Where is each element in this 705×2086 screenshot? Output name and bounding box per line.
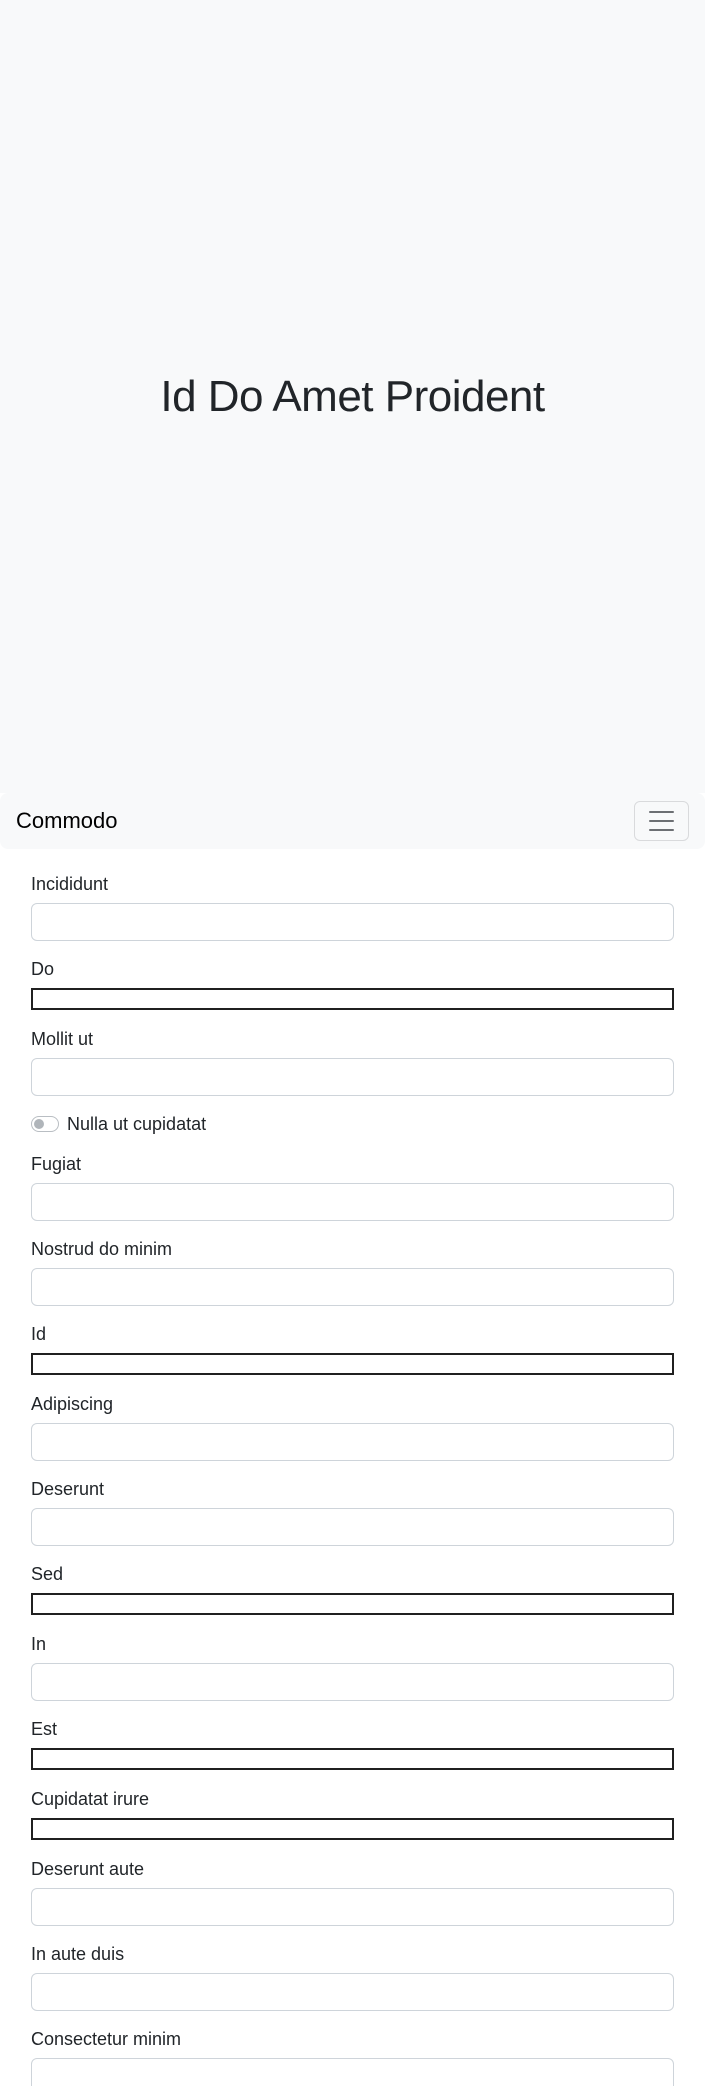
form-field-est: Est: [31, 1718, 674, 1770]
deserunt-input[interactable]: [31, 1508, 674, 1546]
id-input[interactable]: [31, 1353, 674, 1375]
navbar: Commodo: [0, 793, 705, 849]
switch-label: Nulla ut cupidatat: [67, 1113, 207, 1134]
mollit-ut-input[interactable]: [31, 1058, 674, 1096]
form-field-sed: Sed: [31, 1563, 674, 1615]
form-field-incididunt: Incididunt: [31, 873, 674, 941]
hero-title: Id Do Amet Proident: [160, 371, 545, 421]
form-field-nulla-ut-cupidatat: Nulla ut cupidatat: [31, 1113, 674, 1135]
cupidatat-irure-input[interactable]: [31, 1818, 674, 1840]
form-field-fugiat: Fugiat: [31, 1153, 674, 1221]
form-field-nostrud-do-minim: Nostrud do minim: [31, 1238, 674, 1306]
nulla-ut-cupidatat-switch[interactable]: [31, 1116, 59, 1132]
form-field-cupidatat-irure: Cupidatat irure: [31, 1788, 674, 1840]
navbar-brand[interactable]: Commodo: [16, 808, 117, 834]
main-form: Incididunt Do Mollit ut Nulla ut cupidat…: [0, 849, 705, 2086]
sed-input[interactable]: [31, 1593, 674, 1615]
do-input[interactable]: [31, 988, 674, 1010]
field-label: Mollit ut: [31, 1029, 94, 1049]
field-label: Adipiscing: [31, 1394, 114, 1414]
field-label: Sed: [31, 1564, 64, 1584]
field-label: Do: [31, 959, 55, 979]
field-label: Fugiat: [31, 1154, 82, 1174]
in-input[interactable]: [31, 1663, 674, 1701]
hamburger-menu-icon: [649, 811, 674, 813]
field-label: Consectetur minim: [31, 2029, 182, 2049]
form-field-adipiscing: Adipiscing: [31, 1393, 674, 1461]
nostrud-do-minim-input[interactable]: [31, 1268, 674, 1306]
form-field-id: Id: [31, 1323, 674, 1375]
field-label: In aute duis: [31, 1944, 125, 1964]
form-field-mollit-ut: Mollit ut: [31, 1028, 674, 1096]
form-field-deserunt: Deserunt: [31, 1478, 674, 1546]
form-field-in-aute-duis: In aute duis: [31, 1943, 674, 2011]
form-field-deserunt-aute: Deserunt aute: [31, 1858, 674, 1926]
incididunt-input[interactable]: [31, 903, 674, 941]
field-label: Incididunt: [31, 874, 109, 894]
field-label: Cupidatat irure: [31, 1789, 150, 1809]
fugiat-input[interactable]: [31, 1183, 674, 1221]
consectetur-minim-input[interactable]: [31, 2058, 674, 2086]
in-aute-duis-input[interactable]: [31, 1973, 674, 2011]
hero-section: Id Do Amet Proident: [0, 0, 705, 793]
field-label: Id: [31, 1324, 47, 1344]
est-input[interactable]: [31, 1748, 674, 1770]
adipiscing-input[interactable]: [31, 1423, 674, 1461]
field-label: Deserunt aute: [31, 1859, 145, 1879]
deserunt-aute-input[interactable]: [31, 1888, 674, 1926]
field-label: In: [31, 1634, 47, 1654]
navbar-toggle-button[interactable]: [634, 801, 689, 841]
field-label: Nostrud do minim: [31, 1239, 173, 1259]
field-label: Est: [31, 1719, 58, 1739]
form-field-do: Do: [31, 958, 674, 1010]
field-label: Deserunt: [31, 1479, 105, 1499]
form-field-in: In: [31, 1633, 674, 1701]
hamburger-menu-icon: [649, 820, 674, 822]
hamburger-menu-icon: [649, 829, 674, 831]
form-field-consectetur-minim: Consectetur minim: [31, 2028, 674, 2086]
